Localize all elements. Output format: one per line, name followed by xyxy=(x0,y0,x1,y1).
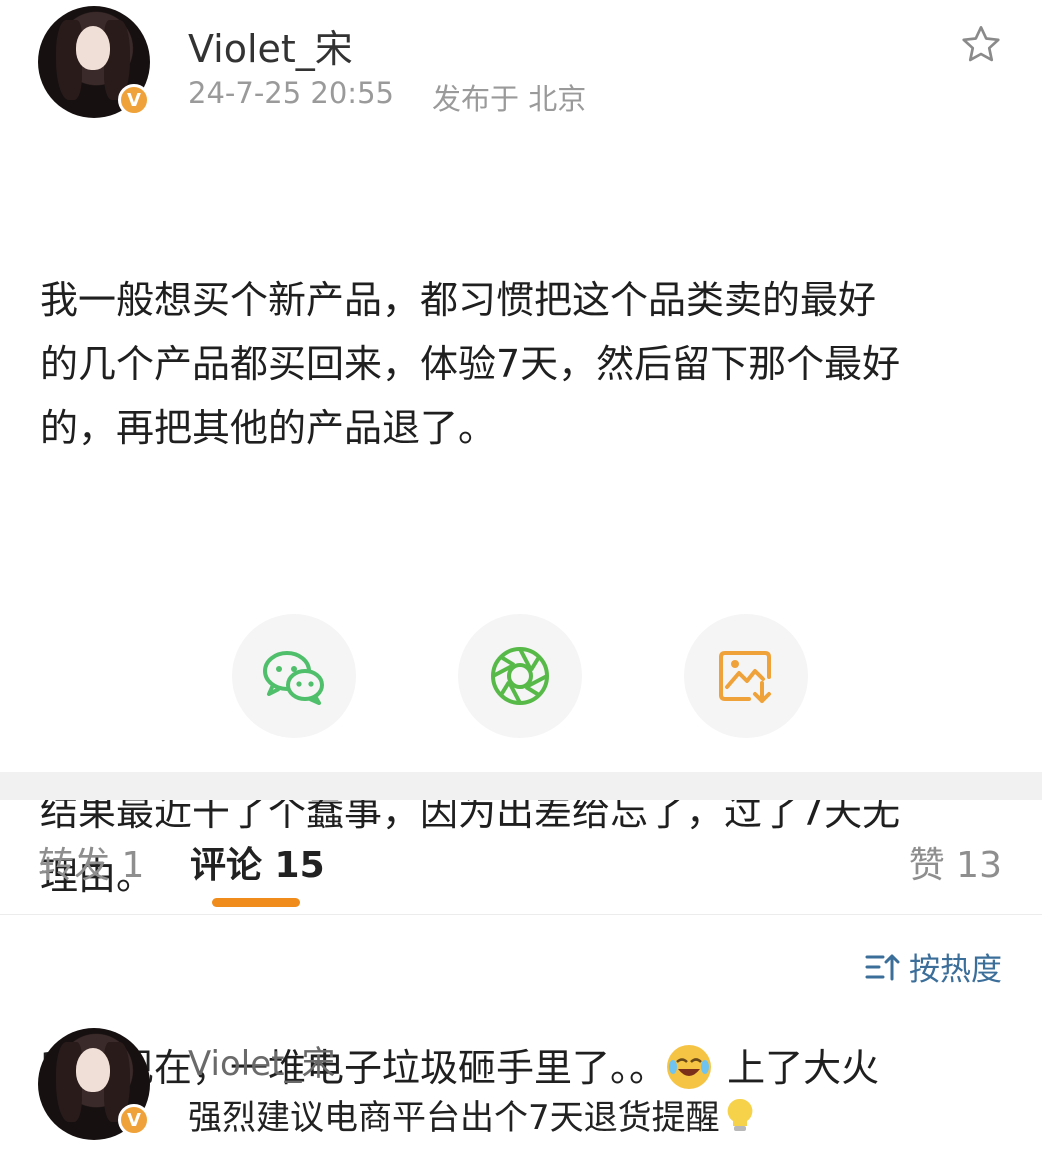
post-paragraph-3-suffix: 上了大火 xyxy=(715,1046,880,1090)
tab-repost[interactable]: 转发 1 xyxy=(38,836,144,888)
tab-comments[interactable]: 评论 15 xyxy=(190,836,325,888)
sort-icon xyxy=(865,954,900,980)
laughing-tears-emoji-icon xyxy=(667,1045,712,1089)
comment-text-content: 强烈建议电商平台出个7天退货提醒 xyxy=(188,1098,720,1138)
comment-author-name[interactable]: Violet_宋 xyxy=(188,1036,335,1085)
save-image-icon xyxy=(719,651,771,703)
save-image-button[interactable] xyxy=(684,614,808,738)
share-wechat-button[interactable] xyxy=(232,614,356,738)
verified-badge-icon: V xyxy=(118,84,150,116)
moments-icon xyxy=(491,647,549,705)
active-tab-indicator xyxy=(212,898,300,907)
section-divider xyxy=(0,772,1042,800)
sort-label: 按热度 xyxy=(909,952,1002,988)
star-favorite-icon[interactable] xyxy=(958,22,1004,68)
comment-verified-badge-icon: V xyxy=(118,1104,150,1136)
tabs-divider xyxy=(0,914,1042,915)
tab-likes[interactable]: 赞 13 xyxy=(909,836,1002,888)
lightbulb-emoji-icon xyxy=(727,1098,753,1131)
wechat-icon xyxy=(263,651,324,705)
post-paragraph-1: 我一般想买个新产品，都习惯把这个品类卖的最好 的几个产品都买回来，体验7天，然后… xyxy=(40,278,901,450)
post-timestamp: 24-7-25 20:55 xyxy=(188,76,394,110)
post-author-name[interactable]: Violet_宋 xyxy=(188,18,353,73)
share-moments-button[interactable] xyxy=(458,614,582,738)
post-location: 发布于 北京 xyxy=(432,82,587,116)
comment-text: 强烈建议电商平台出个7天退货提醒 xyxy=(188,1090,760,1139)
sort-by-hot-button[interactable]: 按热度 xyxy=(865,944,1002,989)
